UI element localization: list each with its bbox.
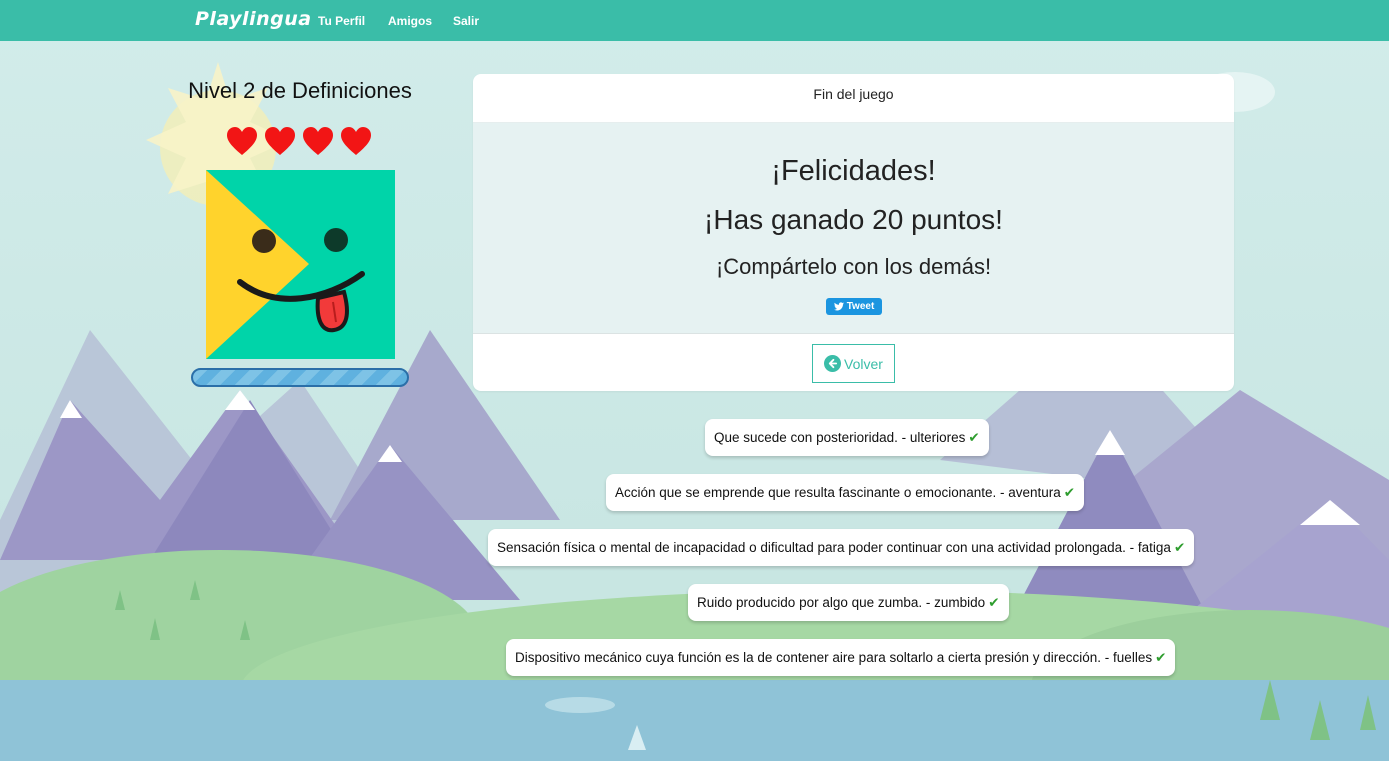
share-prompt: ¡Compártelo con los demás! <box>715 254 992 279</box>
nav-friends-link[interactable]: Amigos <box>388 14 432 28</box>
check-icon: ✔ <box>968 430 980 445</box>
result-text: Ruido producido por algo que zumba. - zu… <box>697 595 986 610</box>
result-text: Sensación física o mental de incapacidad… <box>497 540 1171 555</box>
level-progress-bar <box>191 368 409 387</box>
game-over-panel: Fin del juego ¡Felicidades! ¡Has ganado … <box>473 74 1234 391</box>
mascot-character <box>206 170 395 359</box>
top-navbar: Playlingua Tu Perfil Amigos Salir <box>0 0 1389 41</box>
result-item: Acción que se emprende que resulta fasci… <box>606 474 1085 511</box>
result-text: Dispositivo mecánico cuya función es la … <box>515 650 1153 665</box>
result-item: Que sucede con posterioridad. - ulterior… <box>705 419 989 456</box>
tweet-label: Tweet <box>846 301 875 312</box>
twitter-bird-icon <box>833 302 844 311</box>
heart-icon <box>227 127 257 155</box>
lives-hearts <box>226 126 376 158</box>
result-text: Acción que se emprende que resulta fasci… <box>615 485 1061 500</box>
back-button[interactable]: Volver <box>812 344 895 383</box>
congrats-heading: ¡Felicidades! <box>771 155 936 187</box>
result-text: Que sucede con posterioridad. - ulterior… <box>714 430 966 445</box>
result-item: Sensación física o mental de incapacidad… <box>488 529 1195 566</box>
check-icon: ✔ <box>1063 485 1076 500</box>
panel-body: ¡Felicidades! ¡Has ganado 20 puntos! ¡Co… <box>473 122 1234 334</box>
tweet-button[interactable]: Tweet <box>826 298 882 315</box>
arrow-circle-left-icon <box>824 355 842 372</box>
check-icon: ✔ <box>988 595 1000 610</box>
level-title: Nivel 2 de Definiciones <box>188 78 412 103</box>
check-icon: ✔ <box>1173 540 1186 555</box>
panel-footer: Volver <box>473 334 1234 391</box>
back-label: Volver <box>844 355 883 372</box>
heart-icon <box>265 127 295 155</box>
brand-logo[interactable]: Playlingua <box>195 8 312 30</box>
check-icon: ✔ <box>1155 650 1167 665</box>
result-item: Ruido producido por algo que zumba. - zu… <box>688 584 1009 621</box>
result-item: Dispositivo mecánico cuya función es la … <box>506 639 1176 676</box>
heart-icon <box>303 127 333 155</box>
heart-icon <box>341 127 371 155</box>
points-earned: ¡Has ganado 20 puntos! <box>704 204 1003 235</box>
nav-logout-link[interactable]: Salir <box>453 14 479 28</box>
nav-profile-link[interactable]: Tu Perfil <box>318 14 365 28</box>
panel-header: Fin del juego <box>813 86 894 102</box>
